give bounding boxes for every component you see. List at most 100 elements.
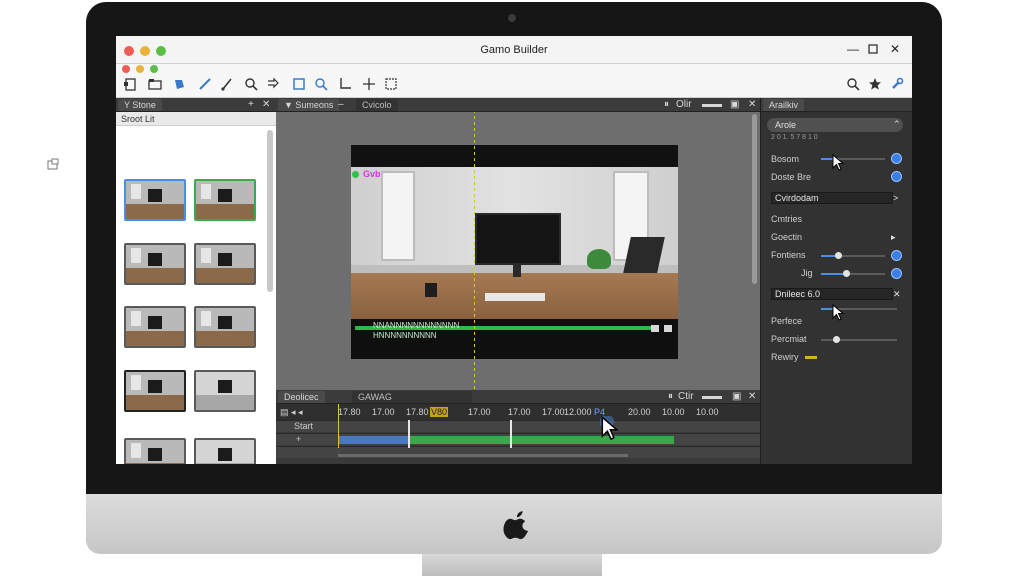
timeline-menu-icon[interactable]: ⏸	[668, 391, 673, 403]
timeline-scroll[interactable]	[338, 454, 628, 457]
timeline-cursor-icon	[600, 416, 619, 441]
select-box-icon[interactable]	[292, 77, 306, 91]
toggle-jig-icon[interactable]	[891, 268, 902, 279]
tab-cviclo[interactable]: Cvicolo	[356, 99, 398, 111]
section-sub: 2 0 1. 5 7 8 1 0	[771, 134, 818, 141]
title-bar: Gamo Builder — ✕	[116, 36, 912, 64]
label-reality: Rewiry	[771, 352, 799, 362]
tab-stage-menu[interactable]: –	[338, 99, 344, 111]
field-dateline[interactable]: Dnileec 6.0	[771, 288, 893, 300]
timeline-panel: Deolicec GAWAG ⏸ Ctir ▬▬ ▣ ✕ ▤ ◂ ◂ 17.80…	[276, 390, 760, 464]
timeline-save-icon[interactable]: ▣	[732, 391, 741, 403]
ruler-tick-label: 20.00	[628, 407, 651, 417]
playhead[interactable]	[408, 420, 410, 448]
new-document-icon[interactable]	[124, 77, 138, 91]
scene-thumbnail[interactable]	[124, 370, 186, 412]
wrench-icon[interactable]	[890, 77, 904, 91]
section-collapse-icon[interactable]: ⌃	[893, 119, 901, 130]
stage-close-button[interactable]: ✕	[748, 99, 756, 111]
close-traffic-light-secondary[interactable]	[122, 65, 130, 73]
mouse-cursor-icon	[832, 304, 845, 321]
desktop-file-icon[interactable]	[46, 158, 60, 172]
ruler-tick-label: 10.00	[662, 407, 685, 417]
scene-thumbnail[interactable]	[194, 370, 256, 412]
add-scene-button[interactable]: +	[248, 99, 254, 111]
stage-canvas[interactable]: Gvb NNANNNNNNNNNNNN HNNNNNNNNNN	[276, 98, 760, 390]
tab-timeline[interactable]: Deolicec	[278, 391, 325, 403]
section-arole[interactable]: Arole	[767, 118, 903, 132]
timeline-close-button[interactable]: ✕	[748, 391, 756, 403]
transform-icon[interactable]	[384, 77, 398, 91]
preview-fullscreen-icon[interactable]	[651, 325, 659, 332]
window-title: Gamo Builder	[480, 44, 548, 56]
minimize-button[interactable]: —	[846, 42, 860, 56]
stage-menu-icon[interactable]: ⏸	[664, 99, 669, 111]
slider-percent-knob[interactable]	[833, 336, 840, 343]
paint-bucket-icon[interactable]	[172, 77, 186, 91]
tab-stage[interactable]: ▼ Sumeons	[278, 99, 340, 111]
app-window: Gamo Builder — ✕ Y Stone + ✕ Sroot Lit ▼…	[116, 36, 912, 464]
clip-green[interactable]	[408, 436, 674, 444]
search-icon[interactable]	[846, 77, 860, 91]
timeline-right-label[interactable]: Ctir	[678, 391, 694, 403]
scene-thumbnail[interactable]	[194, 179, 256, 221]
scene-thumbnail[interactable]	[194, 306, 256, 348]
slider-bosom[interactable]	[821, 158, 885, 160]
slider-fontiers-knob[interactable]	[835, 252, 842, 259]
star-icon[interactable]	[868, 77, 882, 91]
scene-thumbnail[interactable]	[194, 438, 256, 464]
maximize-button[interactable]	[866, 42, 880, 56]
scene-thumbnail[interactable]	[124, 438, 186, 464]
playhead-marker[interactable]	[510, 420, 512, 448]
toggle-fontiers-icon[interactable]	[891, 250, 902, 261]
arrow-icon[interactable]	[266, 77, 280, 91]
dateline-close-icon[interactable]: ✕	[893, 289, 901, 300]
close-panel-button[interactable]: ✕	[262, 99, 270, 111]
main-toolbar	[116, 64, 912, 98]
ruler-control-icon[interactable]: ▤ ◂ ◂	[280, 407, 303, 418]
track-label: Start	[294, 421, 314, 431]
imac-stand	[422, 554, 602, 576]
scene-thumbnail[interactable]	[124, 306, 186, 348]
scene-panel: Y Stone + ✕ Sroot Lit	[116, 98, 276, 464]
toggle-double-icon[interactable]	[891, 171, 902, 182]
brush-icon[interactable]	[220, 77, 234, 91]
slider-jig[interactable]	[821, 273, 885, 275]
zoom-region-icon[interactable]	[314, 77, 328, 91]
minimize-traffic-light-secondary[interactable]	[136, 65, 144, 73]
slider-jig-knob[interactable]	[843, 270, 850, 277]
slider-fontiers[interactable]	[821, 255, 885, 257]
toggle-bosom-icon[interactable]	[891, 153, 902, 164]
scene-panel-subheader: Sroot Lit	[116, 112, 276, 126]
scene-thumbnail[interactable]	[124, 179, 186, 221]
preview-settings-icon[interactable]	[664, 325, 672, 332]
tab-scenes[interactable]: Y Stone	[118, 99, 162, 111]
pen-icon[interactable]	[198, 77, 212, 91]
scene-thumbnail[interactable]	[194, 243, 256, 285]
stage-scrollbar[interactable]	[752, 114, 757, 284]
scene-thumbnail[interactable]	[124, 243, 186, 285]
move-icon[interactable]	[362, 77, 376, 91]
question-arrow-icon[interactable]: ▸	[891, 232, 896, 243]
tab-gawag[interactable]: GAWAG	[352, 391, 472, 403]
timeline-ruler[interactable]: ▤ ◂ ◂ 17.80 17.00 17.80 V80 17.00 17.00 17.00 1…	[276, 404, 760, 420]
scene-scrollbar[interactable]	[267, 130, 273, 292]
clip-blue[interactable]	[338, 436, 408, 444]
zoom-traffic-light-secondary[interactable]	[150, 65, 158, 73]
center-guide-line	[474, 98, 475, 390]
field-cvirdodam[interactable]: Cvirdodam	[771, 192, 893, 204]
stage-right-label[interactable]: Olir	[676, 99, 692, 111]
timeline-header: Deolicec GAWAG ⏸ Ctir ▬▬ ▣ ✕	[276, 390, 760, 404]
magnifier-icon[interactable]	[244, 77, 258, 91]
tab-inspector[interactable]: Arailkiv	[763, 99, 805, 111]
open-folder-icon[interactable]	[148, 77, 162, 91]
stage-save-icon[interactable]: ▣	[730, 99, 739, 111]
label-fontiers: Fontiens	[771, 250, 806, 260]
group-label: Cmtries	[771, 214, 802, 224]
field-arrow-icon[interactable]: >	[893, 193, 898, 203]
video-preview[interactable]: Gvb NNANNNNNNNNNNNN HNNNNNNNNNN	[351, 145, 678, 359]
crop-icon[interactable]	[338, 77, 352, 91]
playhead-start[interactable]	[338, 404, 339, 448]
timeline-track[interactable]: Start	[276, 420, 760, 432]
close-button[interactable]: ✕	[888, 42, 902, 56]
